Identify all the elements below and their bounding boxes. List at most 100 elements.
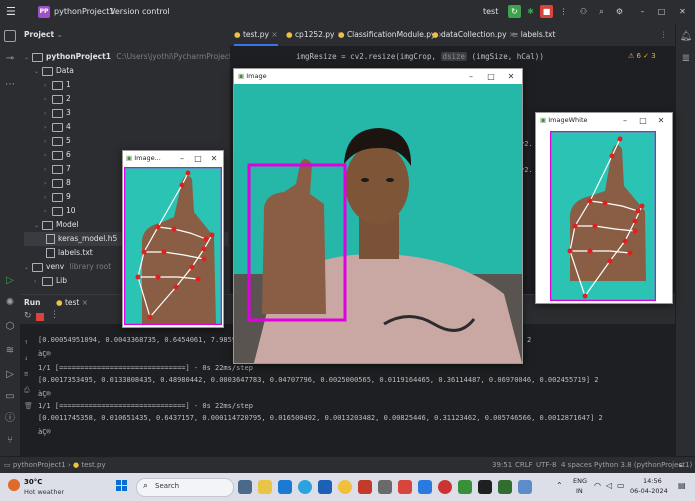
app-icon[interactable] [378, 480, 392, 494]
imagewhite-window[interactable]: ▣ ImageWhite – □ ✕ [535, 112, 673, 304]
database-icon[interactable]: ≣ [679, 52, 693, 66]
tree-subfolder[interactable]: › 3 [44, 106, 71, 120]
indent-setting[interactable]: 4 spaces [561, 457, 592, 474]
mail-icon[interactable] [278, 480, 292, 494]
tree-file-labels[interactable]: labels.txt [46, 246, 93, 260]
minimize-icon[interactable]: – [175, 151, 189, 166]
inspection-widget[interactable]: ⚠ 6 ✓ 3 [628, 52, 656, 60]
tree-subfolder[interactable]: › 2 [44, 92, 71, 106]
layers-icon[interactable]: ≋ [3, 344, 17, 358]
language-line-2[interactable]: IN [576, 487, 583, 495]
close-icon[interactable]: ✕ [504, 69, 518, 84]
caret-position[interactable]: 39:51 [492, 457, 512, 474]
rerun-icon[interactable]: ↻ [508, 5, 521, 18]
tree-subfolder[interactable]: › 5 [44, 134, 71, 148]
maximize-icon[interactable]: □ [191, 151, 205, 166]
pycharm-icon[interactable] [478, 480, 492, 494]
tab-data-collection[interactable]: ● dataCollection.py × [432, 24, 515, 46]
record-icon[interactable] [438, 480, 452, 494]
account-icon[interactable]: ⚇ [577, 5, 590, 18]
image-window-titlebar[interactable]: ▣ Image – □ ✕ [234, 69, 522, 84]
project-panel-title[interactable]: Project ⌄ [24, 28, 63, 42]
battery-icon[interactable]: ▭ [617, 481, 625, 490]
minimize-icon[interactable]: – [636, 5, 649, 18]
imagecrop-window[interactable]: ▣ Image... – □ ✕ [122, 150, 224, 328]
close-icon[interactable]: ✕ [654, 113, 668, 128]
stop-icon[interactable]: ■ [540, 5, 553, 18]
breadcrumb[interactable]: ▭ pythonProject1 › ● test.py [4, 457, 106, 474]
debug-tool-icon[interactable]: ✺ [3, 296, 17, 310]
tree-folder-lib[interactable]: › Lib [34, 274, 67, 288]
version-control-menu[interactable]: Version control [110, 0, 170, 24]
tree-subfolder[interactable]: › 10 [44, 204, 76, 218]
pdf-icon[interactable] [398, 480, 412, 494]
scroll-up-icon[interactable]: ↑ [24, 338, 28, 346]
print-icon[interactable]: ⎙ [24, 386, 30, 395]
terminal-icon[interactable]: ▭ [3, 390, 17, 404]
wrap-icon[interactable]: ≡ [24, 370, 28, 378]
maximize-icon[interactable]: □ [655, 5, 668, 18]
more-tools-icon[interactable]: ⋯ [3, 78, 17, 92]
file-explorer-icon[interactable] [258, 480, 272, 494]
tree-subfolder[interactable]: › 1 [44, 78, 71, 92]
scroll-down-icon[interactable]: ↓ [24, 354, 28, 362]
search-icon[interactable]: ⌕ [595, 5, 608, 18]
commit-icon[interactable]: ⊸ [3, 52, 17, 66]
tab-test-py[interactable]: ● test.py × [234, 24, 278, 46]
windows-start-icon[interactable] [116, 480, 128, 492]
word-icon[interactable] [418, 480, 432, 494]
chrome-icon[interactable] [338, 480, 352, 494]
services-icon[interactable]: ▷ [3, 368, 17, 382]
rerun-icon[interactable]: ↻ [24, 311, 32, 321]
git-icon[interactable]: ⑂ [3, 434, 17, 448]
tab-classification-module[interactable]: ● ClassificationModule.py × [338, 24, 444, 46]
imagewhite-window-titlebar[interactable]: ▣ ImageWhite – □ ✕ [536, 113, 672, 128]
task-view-icon[interactable] [238, 480, 252, 494]
tree-subfolder[interactable]: › 8 [44, 176, 71, 190]
language-line-1[interactable]: ENG [573, 477, 587, 485]
weather-icon[interactable] [8, 479, 20, 491]
tree-subfolder[interactable]: › 4 [44, 120, 71, 134]
clock-time[interactable]: 14:56 [643, 477, 662, 485]
minimize-icon[interactable]: – [618, 113, 632, 128]
mcafee-icon[interactable] [358, 480, 372, 494]
notification-center-icon[interactable]: ▤ [678, 481, 686, 490]
lock-icon[interactable]: 🔒︎ [679, 457, 683, 474]
line-separator[interactable]: CRLF [515, 457, 533, 474]
minimize-icon[interactable]: – [464, 69, 478, 84]
close-icon[interactable]: ✕ [676, 5, 689, 18]
tree-subfolder[interactable]: › 9 [44, 190, 71, 204]
pycharm-taskbar-icon[interactable] [458, 480, 472, 494]
edge-icon[interactable] [298, 480, 312, 494]
volume-icon[interactable]: ◁ [606, 481, 612, 490]
settings-icon[interactable]: ⚙ [613, 5, 626, 18]
python-interpreter[interactable]: Python 3.8 (pythonProject1) [594, 457, 692, 474]
run-tool-icon[interactable]: ▷ [3, 274, 17, 288]
project-name[interactable]: pythonProject1 [54, 0, 114, 24]
maximize-icon[interactable]: □ [636, 113, 650, 128]
notifications-icon[interactable]: 🔔︎ [679, 30, 693, 44]
delete-icon[interactable]: 🗑︎ [24, 402, 33, 410]
tree-folder-model[interactable]: ⌄ Model [34, 218, 79, 232]
maximize-icon[interactable]: □ [484, 69, 498, 84]
store-icon[interactable] [318, 480, 332, 494]
tab-cp1252-py[interactable]: ● cp1252.py × [286, 24, 343, 46]
tab-labels-txt[interactable]: ≡ labels.txt [512, 24, 555, 46]
tree-subfolder[interactable]: › 7 [44, 162, 71, 176]
more-icon[interactable]: ⋮ [557, 5, 570, 18]
python-icon[interactable] [498, 480, 512, 494]
tree-folder-data[interactable]: ⌄ Data [34, 64, 74, 78]
python-packages-icon[interactable]: ⬡ [3, 320, 17, 334]
run-tab-test[interactable]: ● test × [56, 295, 88, 311]
image-window[interactable]: ▣ Image – □ ✕ [233, 68, 523, 364]
wifi-icon[interactable]: ◠ [594, 481, 601, 490]
folder-icon[interactable] [4, 30, 16, 42]
more-tabs-icon[interactable]: ⋮ [660, 24, 668, 46]
more-icon[interactable]: ⋮ [50, 310, 59, 320]
taskbar-search-box[interactable]: ⌕ Search [136, 478, 234, 497]
tree-folder-venv[interactable]: ⌄ venv library root [24, 260, 111, 274]
project-badge[interactable]: PP [38, 6, 50, 18]
tray-chevron-icon[interactable]: ⌃ [556, 481, 563, 490]
tree-subfolder[interactable]: › 6 [44, 148, 71, 162]
imagecrop-window-titlebar[interactable]: ▣ Image... – □ ✕ [123, 151, 223, 166]
